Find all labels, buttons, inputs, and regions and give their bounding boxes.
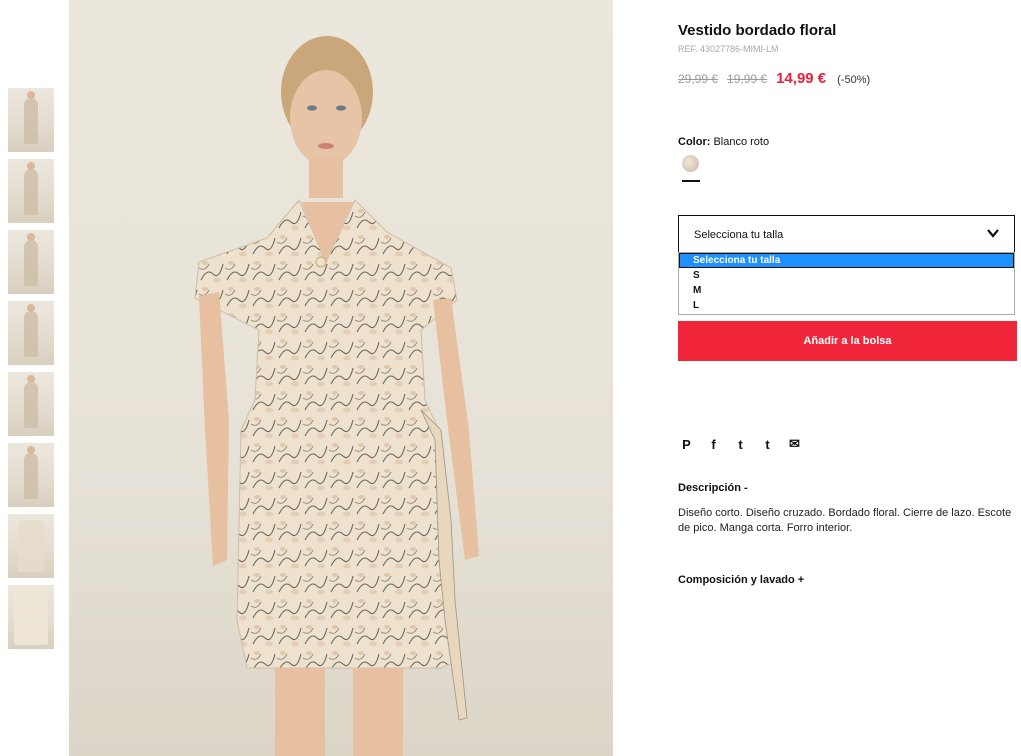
thumbnail-3[interactable] bbox=[8, 230, 54, 294]
color-label: Color: bbox=[678, 136, 711, 148]
price-current: 14,99 € bbox=[776, 70, 827, 87]
thumbnail-2[interactable] bbox=[8, 159, 54, 223]
social-share: P f t t ✉ bbox=[680, 436, 801, 452]
color-value: Blanco roto bbox=[713, 136, 770, 148]
chevron-down-icon bbox=[987, 229, 999, 238]
email-icon[interactable]: ✉ bbox=[788, 436, 801, 452]
description-toggle[interactable]: Descripción - bbox=[678, 482, 748, 494]
twitter-icon[interactable]: t bbox=[734, 437, 747, 452]
thumbnail-6[interactable] bbox=[8, 443, 54, 507]
price-original: 29,99 € bbox=[678, 72, 719, 86]
facebook-icon[interactable]: f bbox=[707, 437, 720, 452]
color-row: Color: Blanco roto bbox=[678, 136, 769, 148]
product-title: Vestido bordado floral bbox=[678, 22, 837, 39]
swatch-selected-indicator bbox=[682, 180, 700, 182]
pinterest-icon[interactable]: P bbox=[680, 437, 693, 452]
size-select[interactable]: Selecciona tu talla bbox=[678, 215, 1015, 253]
price-row: 29,99 € 19,99 € 14,99 € (-50%) bbox=[678, 70, 870, 87]
size-option-l[interactable]: L bbox=[679, 298, 1014, 313]
size-dropdown: Selecciona tu talla S M L bbox=[678, 252, 1015, 315]
size-option-m[interactable]: M bbox=[679, 283, 1014, 298]
description-text: Diseño corto. Diseño cruzado. Bordado fl… bbox=[678, 507, 1012, 534]
thumbnail-1[interactable] bbox=[8, 88, 54, 152]
discount-badge: (-50%) bbox=[837, 74, 871, 86]
thumbnail-4[interactable] bbox=[8, 301, 54, 365]
model-illustration bbox=[194, 36, 479, 756]
thumbnail-8[interactable] bbox=[8, 585, 54, 649]
color-swatch[interactable] bbox=[682, 155, 699, 172]
product-reference: REF. 43027786-MIMI-LM bbox=[678, 44, 779, 54]
price-previous: 19,99 € bbox=[727, 72, 768, 86]
composition-toggle[interactable]: Composición y lavado + bbox=[678, 574, 804, 586]
thumbnail-7[interactable] bbox=[8, 514, 54, 578]
thumbnail-5[interactable] bbox=[8, 372, 54, 436]
size-select-value: Selecciona tu talla bbox=[694, 229, 784, 241]
tumblr-icon[interactable]: t bbox=[761, 437, 774, 452]
add-to-bag-button[interactable]: Añadir a la bolsa bbox=[678, 321, 1017, 361]
size-option-s[interactable]: S bbox=[679, 268, 1014, 283]
product-main-image bbox=[69, 0, 613, 756]
thumbnail-list bbox=[8, 88, 56, 656]
size-option-placeholder[interactable]: Selecciona tu talla bbox=[679, 253, 1014, 268]
